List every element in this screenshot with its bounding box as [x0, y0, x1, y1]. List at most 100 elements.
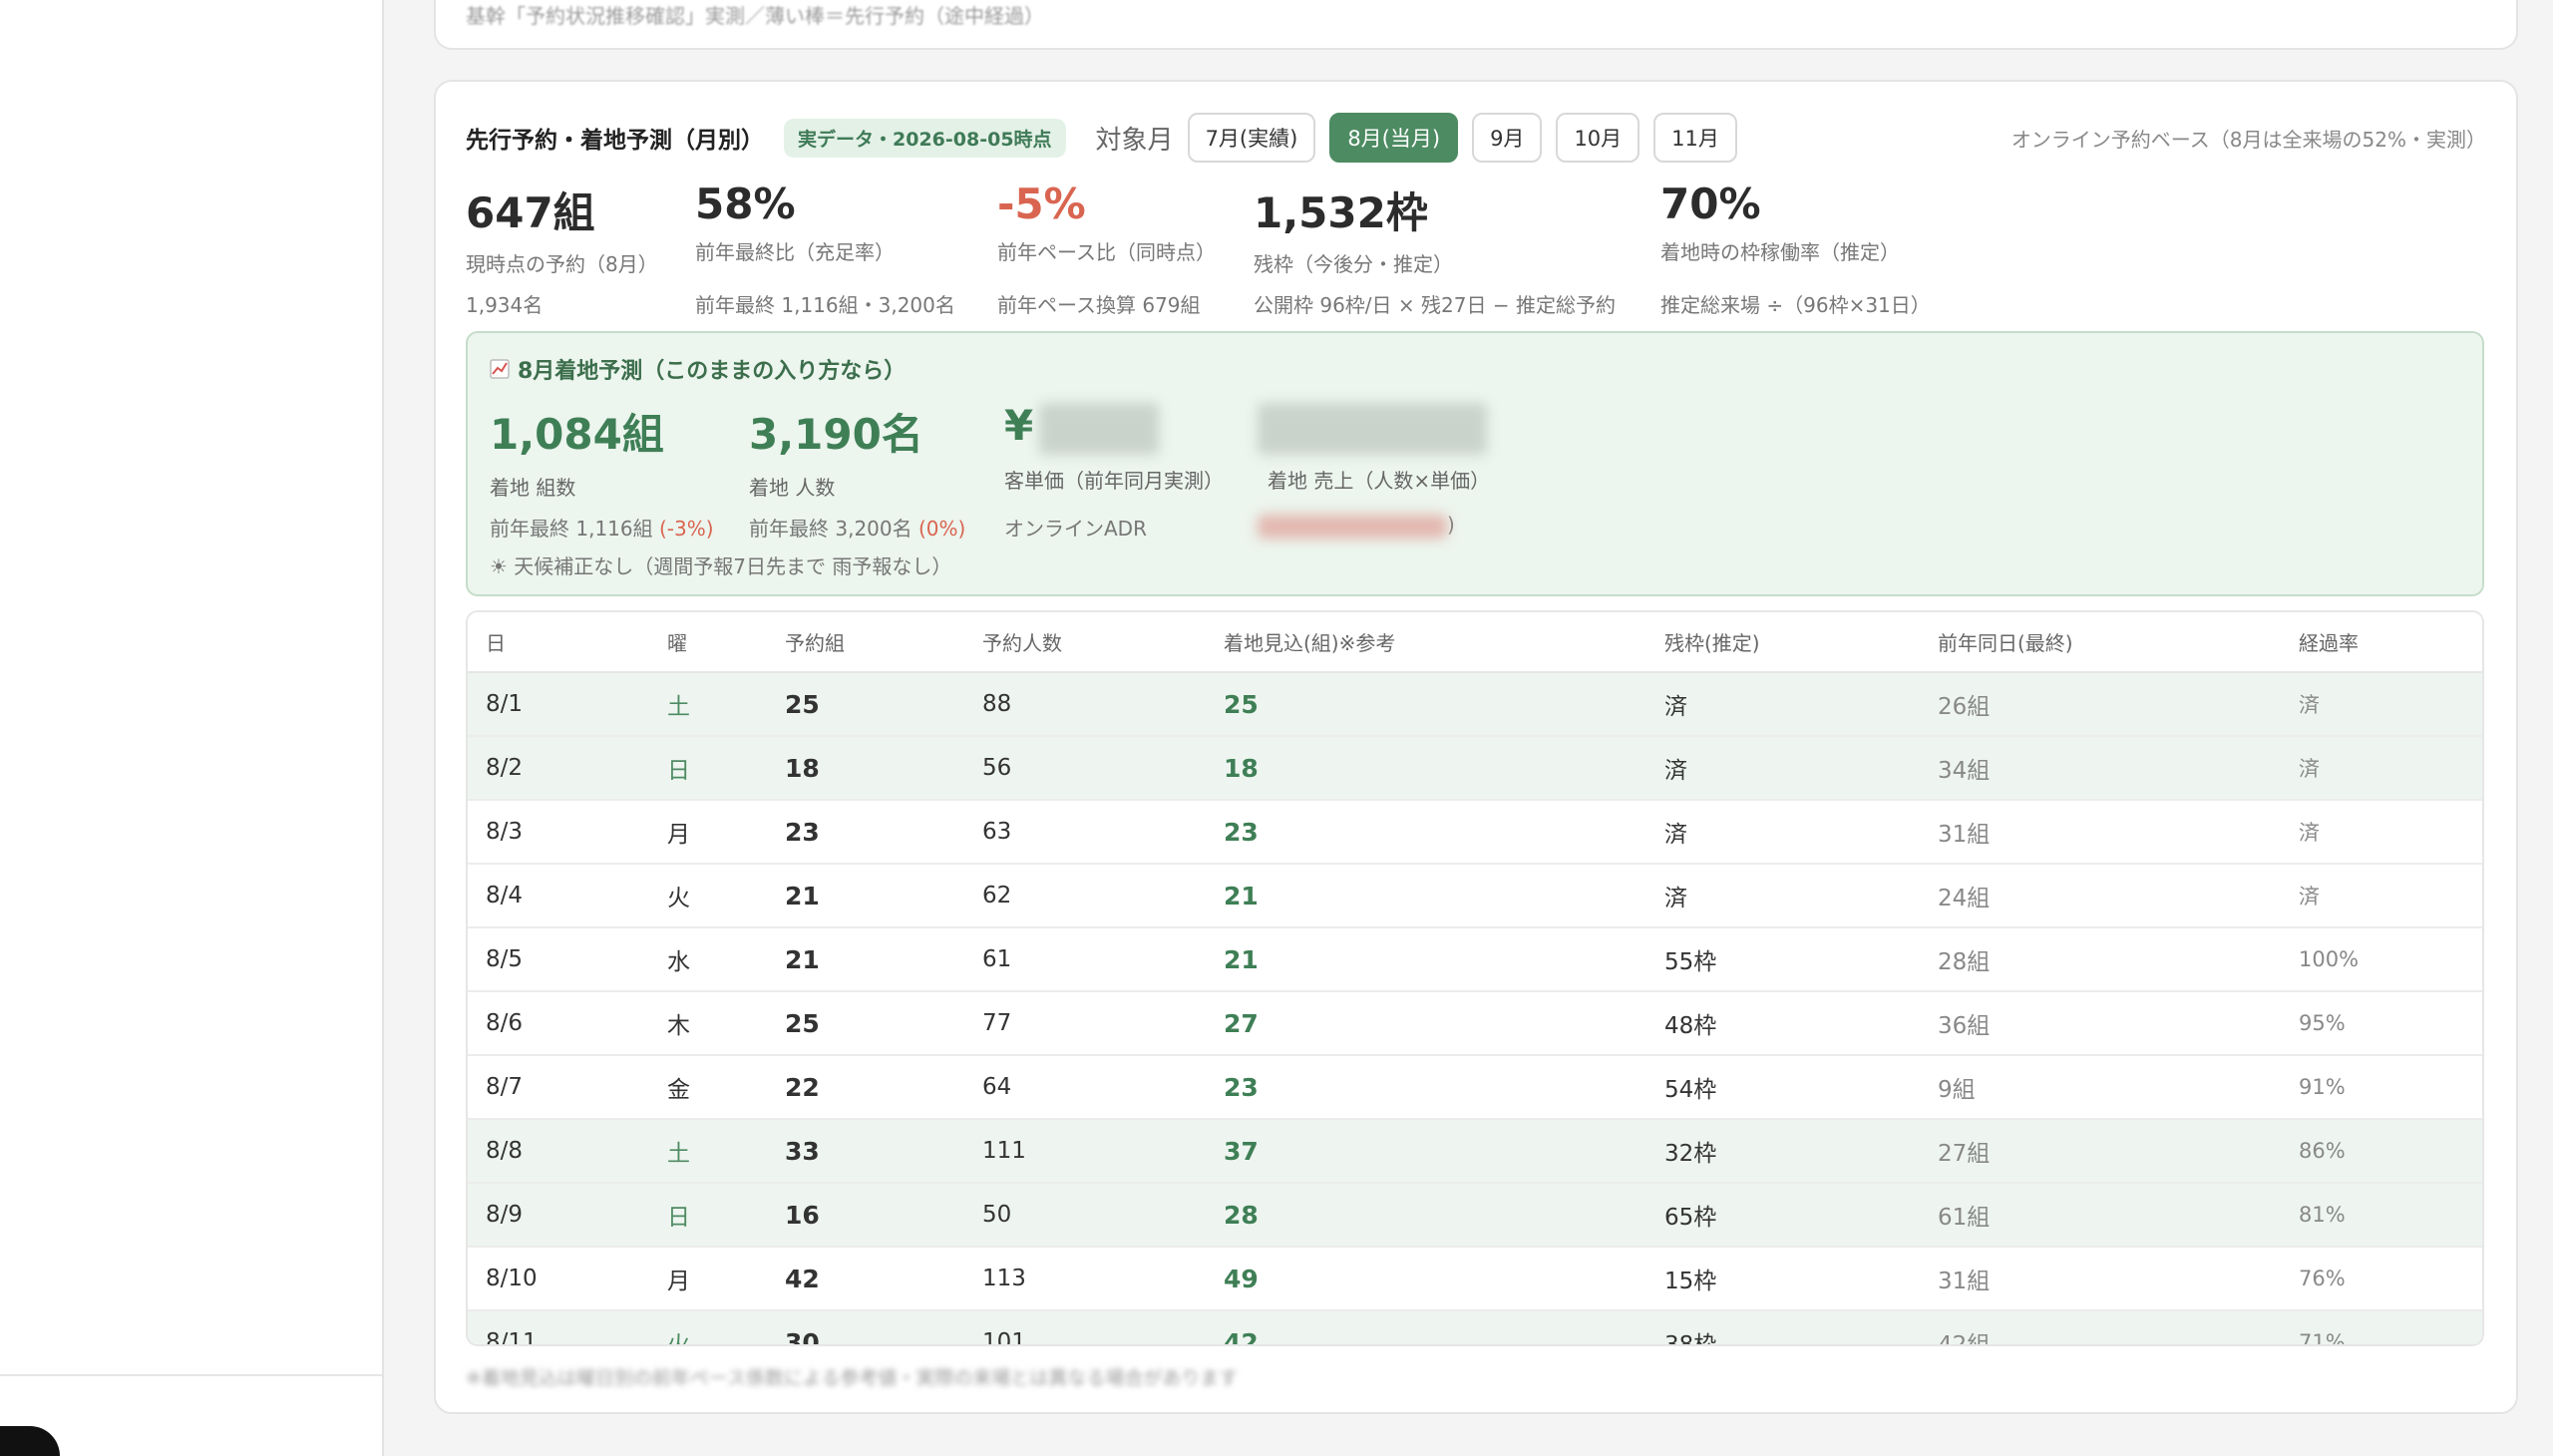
comparison-delta: (-3%): [658, 517, 714, 541]
cell-reserved-people: 101: [964, 1310, 1206, 1344]
cell-dow: 日: [649, 1183, 767, 1248]
cell-reserved-groups: 22: [767, 1055, 964, 1120]
table-body: 8/1 土 25 88 25 済 26組済 8/2 日 18 56 18 済 34組済 8/3 月 23 63 23…: [468, 672, 2482, 1344]
cell-landing-estimate: 23: [1206, 800, 1646, 865]
kpi-value: 1,532枠: [1254, 188, 1428, 237]
cell-last-year: 42組: [1920, 1310, 2281, 1344]
header-reserved-groups: 予約組: [767, 612, 964, 673]
cell-elapsed-rate: 済: [2281, 736, 2482, 801]
header-landing-estimate: 着地見込(組)※参考: [1206, 612, 1646, 673]
cell-dow: 土: [649, 672, 767, 737]
cell-last-year: 24組: [1920, 864, 2281, 928]
forecast-label: 着地 組数: [490, 476, 576, 500]
comparison-delta: ): [1447, 513, 1455, 537]
cell-reserved-people: 62: [964, 864, 1206, 928]
cell-reserved-groups: 16: [767, 1183, 964, 1248]
cell-day: 8/8: [468, 1119, 649, 1184]
cell-landing-estimate: 28: [1206, 1183, 1646, 1248]
cell-remaining-slots: 65枠: [1646, 1183, 1920, 1248]
cell-elapsed-rate: 100%: [2281, 927, 2482, 992]
footer-note: ※着地見込は曜日別の前年ペース係数による参考値・実際の来場とは異なる場合がありま…: [466, 1367, 1239, 1389]
kpi-vs-last-year-pace: -5% 前年ペース比（同時点）: [997, 180, 1216, 265]
cell-reserved-groups: 21: [767, 927, 964, 992]
month-button-nov[interactable]: 11月: [1653, 113, 1737, 163]
table-row: 8/8 土 33 111 37 32枠 27組 86%: [468, 1119, 2482, 1184]
cell-day: 8/1: [468, 672, 649, 737]
daily-reservation-table: 日 曜 予約組 予約人数 着地見込(組)※参考 残枠(推定) 前年同日(最終) …: [468, 612, 2482, 1344]
cell-remaining-slots: 済: [1646, 672, 1920, 737]
cell-elapsed-rate: 済: [2281, 864, 2482, 928]
header-dow: 曜: [649, 612, 767, 673]
cell-elapsed-rate: 71%: [2281, 1310, 2482, 1344]
cell-remaining-slots: 38枠: [1646, 1310, 1920, 1344]
redacted-price: [1039, 402, 1160, 455]
forecast-adr-note: オンラインADR: [1004, 517, 1147, 541]
cell-dow: 月: [649, 1247, 767, 1311]
month-button-sep[interactable]: 9月: [1472, 113, 1543, 163]
redacted-comparison: [1258, 514, 1447, 539]
kpi-value: 647組: [466, 188, 595, 237]
daily-table-container[interactable]: 日 曜 予約組 予約人数 着地見込(組)※参考 残枠(推定) 前年同日(最終) …: [466, 610, 2484, 1346]
redacted-revenue: [1258, 402, 1487, 455]
kpi-label: 着地時の枠稼働率（推定）: [1660, 240, 1900, 264]
previous-card-note: 基幹「予約状況推移確認」実測／薄い棒＝先行予約（途中経過）: [466, 4, 1044, 28]
cell-reserved-people: 77: [964, 991, 1206, 1056]
cell-day: 8/10: [468, 1247, 649, 1311]
table-row: 8/9 日 16 50 28 65枠 61組 81%: [468, 1183, 2482, 1248]
month-button-oct[interactable]: 10月: [1556, 113, 1641, 163]
cell-day: 8/3: [468, 800, 649, 865]
cell-day: 8/9: [468, 1183, 649, 1248]
kpi-sub-people: 1,934名: [466, 293, 544, 317]
cell-dow: 水: [649, 927, 767, 992]
forecast-revenue-comparison: ): [1258, 513, 1455, 539]
cell-remaining-slots: 55枠: [1646, 927, 1920, 992]
table-row: 8/2 日 18 56 18 済 34組済: [468, 736, 2482, 801]
cell-dow: 土: [649, 1119, 767, 1184]
cell-dow: 木: [649, 991, 767, 1056]
header-note: オンライン予約ベース（8月は全来場の52%・実測）: [2010, 127, 2486, 152]
main-content: 基幹「予約状況推移確認」実測／薄い棒＝先行予約（途中経過） 先行予約・着地予測（…: [384, 0, 2553, 1456]
header-reserved-people: 予約人数: [964, 612, 1206, 673]
forecast-people-comparison: 前年最終 3,200名 (0%): [749, 513, 965, 542]
cell-elapsed-rate: 95%: [2281, 991, 2482, 1056]
kpi-label: 前年ペース比（同時点）: [997, 240, 1216, 264]
table-row: 8/7 金 22 64 23 54枠 9組 91%: [468, 1055, 2482, 1120]
kpi-sub-last-year-pace: 前年ペース換算 679組: [997, 293, 1201, 317]
cell-reserved-groups: 25: [767, 672, 964, 737]
cell-last-year: 27組: [1920, 1119, 2281, 1184]
forecast-revenue: 着地 売上（人数×単価）: [1258, 401, 1490, 494]
table-row: 8/6 木 25 77 27 48枠 36組 95%: [468, 991, 2482, 1056]
kpi-label: 前年最終比（充足率）: [695, 240, 895, 264]
cell-dow: 金: [649, 1055, 767, 1120]
kpi-vs-last-year-final: 58% 前年最終比（充足率）: [695, 180, 895, 265]
kpi-sub-slot-formula: 公開枠 96枠/日 × 残27日 − 推定総予約: [1254, 293, 1616, 317]
card-header: 先行予約・着地予測（月別） 実データ・2026-08-05時点 対象月 7月(実…: [466, 110, 2486, 166]
cell-landing-estimate: 23: [1206, 1055, 1646, 1120]
kpi-value: -5%: [997, 180, 1086, 228]
cell-reserved-people: 64: [964, 1055, 1206, 1120]
sidebar-divider: [0, 1374, 382, 1376]
cell-last-year: 28組: [1920, 927, 2281, 992]
cell-reserved-people: 63: [964, 800, 1206, 865]
cell-elapsed-rate: 済: [2281, 800, 2482, 865]
table-row: 8/10 月 42 113 49 15枠 31組 76%: [468, 1247, 2482, 1311]
forecast-groups-comparison: 前年最終 1,116組 (-3%): [490, 513, 714, 542]
header-day: 日: [468, 612, 649, 673]
cell-last-year: 36組: [1920, 991, 2281, 1056]
forecast-groups: 1,084組 着地 組数: [490, 401, 664, 501]
cell-elapsed-rate: 91%: [2281, 1055, 2482, 1120]
sidebar-bottom-element: [0, 1426, 60, 1456]
cell-landing-estimate: 18: [1206, 736, 1646, 801]
forecast-label: 着地 売上（人数×単価）: [1268, 468, 1491, 493]
month-button-jul[interactable]: 7月(実績): [1187, 113, 1316, 163]
month-button-aug[interactable]: 8月(当月): [1329, 113, 1459, 163]
kpi-sub-last-year-final: 前年最終 1,116組・3,200名: [695, 293, 955, 317]
cell-remaining-slots: 済: [1646, 736, 1920, 801]
header-last-year-same-day: 前年同日(最終): [1920, 612, 2281, 673]
cell-landing-estimate: 27: [1206, 991, 1646, 1056]
kpi-label: 残枠（今後分・推定）: [1254, 252, 1453, 276]
cell-last-year: 9組: [1920, 1055, 2281, 1120]
comparison-text: 前年最終 1,116組: [490, 517, 659, 541]
cell-landing-estimate: 37: [1206, 1119, 1646, 1184]
kpi-current-reservations: 647組 現時点の予約（8月）: [466, 180, 658, 277]
